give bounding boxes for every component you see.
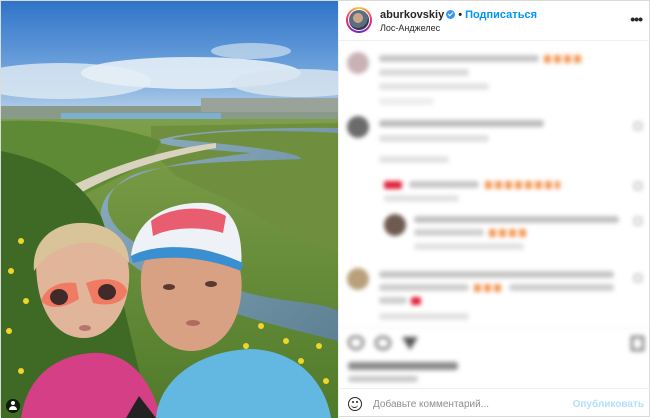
list-item [339,177,650,205]
publish-button[interactable]: Опубликовать [573,399,644,410]
author-line: aburkovskiy • Подписаться [380,9,537,21]
heart-icon[interactable] [348,336,364,350]
list-item [339,48,650,105]
landscape-selfie-image [1,1,338,418]
more-options-icon[interactable]: ••• [630,11,643,27]
post-sidebar: aburkovskiy • Подписаться Лос-Анджелес ••• [338,1,650,418]
list-item [339,154,650,170]
avatar[interactable] [347,268,369,290]
post-header: aburkovskiy • Подписаться Лос-Анджелес ••• [339,1,650,41]
follow-button[interactable]: Подписаться [465,9,537,21]
list-item [339,266,650,326]
verified-badge-icon [446,10,456,19]
comment-input[interactable] [373,395,573,413]
heart-icon[interactable] [634,217,642,225]
heart-icon[interactable] [634,182,642,190]
user-tag-icon[interactable] [6,399,20,413]
separator-dot: • [458,9,463,21]
bookmark-icon[interactable] [631,336,644,351]
heart-icon[interactable] [634,274,642,282]
list-item [339,212,650,257]
location-link[interactable]: Лос-Анджелес [380,23,440,33]
avatar[interactable] [384,214,406,236]
list-item [339,114,650,154]
comments-list [339,42,650,327]
author-username[interactable]: aburkovskiy [380,9,444,21]
avatar[interactable] [347,116,369,138]
avatar[interactable] [346,7,372,33]
avatar[interactable] [347,52,369,74]
post-dialog: aburkovskiy • Подписаться Лос-Анджелес ••• [0,0,650,418]
post-actions [339,327,650,387]
emoji-smile-icon[interactable] [348,397,362,411]
comment-composer: Опубликовать [339,388,650,418]
comment-icon[interactable] [375,336,391,350]
share-icon[interactable] [402,337,418,350]
post-photo[interactable] [1,1,338,418]
heart-icon[interactable] [634,122,642,130]
